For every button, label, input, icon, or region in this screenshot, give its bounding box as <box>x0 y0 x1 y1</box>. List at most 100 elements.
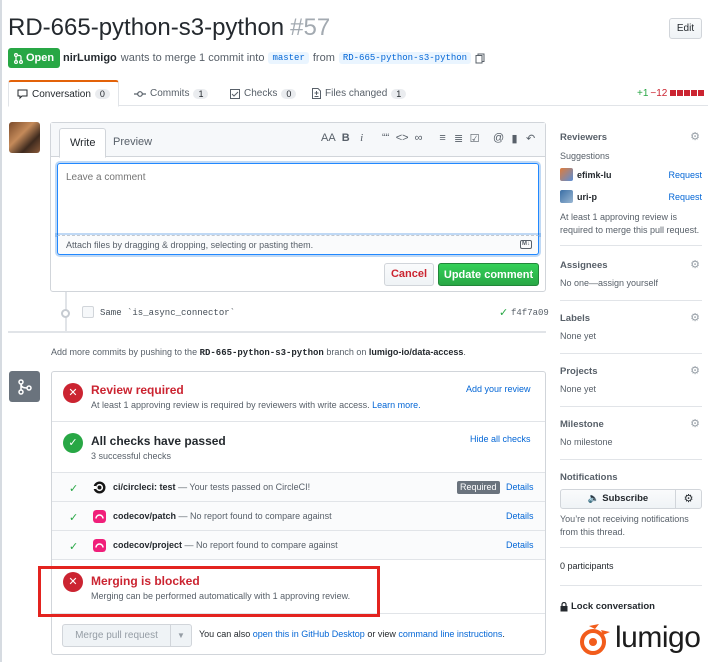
link-icon[interactable]: ∞ <box>413 132 425 145</box>
subscribe-label: Subscribe <box>602 493 649 504</box>
suggestions-label: Suggestions <box>560 151 610 161</box>
add-review-link[interactable]: Add your review <box>466 384 531 394</box>
markdown-icon[interactable]: M↓ <box>520 240 532 249</box>
check-row: ✓ codecov/patch — No report found to com… <box>52 502 545 531</box>
sidebar-heading: Notifications <box>560 472 618 483</box>
learn-more-link[interactable]: Learn more. <box>372 400 421 410</box>
gear-icon[interactable]: ⚙ <box>675 489 702 509</box>
caret-down-icon[interactable]: ▼ <box>171 625 191 646</box>
head-branch[interactable]: RD-665-python-s3-python <box>338 52 472 64</box>
gear-icon[interactable]: ⚙ <box>690 417 700 430</box>
tab-count: 1 <box>193 88 209 99</box>
push-note-branch: RD-665-python-s3-python <box>199 348 324 358</box>
github-desktop-link[interactable]: open this in GitHub Desktop <box>253 629 365 639</box>
check-text: codecov/patch — No report found to compa… <box>113 511 332 521</box>
italic-icon[interactable]: i <box>356 132 368 145</box>
gear-icon[interactable]: ⚙ <box>690 311 700 324</box>
merge-alternatives: You can also open this in GitHub Desktop… <box>199 629 505 639</box>
commit-author-avatar[interactable] <box>82 306 94 318</box>
commit-message[interactable]: Same `is_async_connector` <box>100 308 235 318</box>
highlight-box <box>38 566 380 617</box>
bold-icon[interactable]: B <box>340 132 352 145</box>
notifications-note: from this thread. <box>560 527 626 537</box>
git-merge-icon <box>9 371 40 402</box>
gear-icon[interactable]: ⚙ <box>690 364 700 377</box>
tab-files-changed[interactable]: Files changed 1 <box>304 80 414 107</box>
unordered-list-icon[interactable]: ≡ <box>437 132 449 145</box>
base-branch[interactable]: master <box>268 52 309 64</box>
quote-icon[interactable]: ““ <box>380 132 392 145</box>
check-icon[interactable]: ✓ <box>499 306 508 319</box>
check-name: codecov/project <box>113 540 183 550</box>
reviewer-name[interactable]: efimk-lu <box>577 170 612 180</box>
code-icon[interactable]: <> <box>396 132 409 145</box>
gear-icon[interactable]: ⚙ <box>690 130 700 143</box>
attach-text: Attach files by dragging & dropping, sel… <box>66 240 314 250</box>
tab-conversation[interactable]: Conversation 0 <box>8 80 119 107</box>
details-link[interactable]: Details <box>506 511 534 521</box>
sidebar-projects: Projects ⚙ None yet <box>560 362 702 407</box>
tab-commits[interactable]: Commits 1 <box>126 80 216 107</box>
review-required-sub: At least 1 approving review is required … <box>91 400 421 410</box>
update-comment-button[interactable]: Update comment <box>438 263 539 286</box>
avatar[interactable] <box>560 168 573 181</box>
assignees-value[interactable]: No one—assign yourself <box>560 278 658 288</box>
tab-preview[interactable]: Preview <box>103 128 162 158</box>
speaker-icon: 🔈 <box>587 493 600 504</box>
tab-count: 0 <box>281 88 297 99</box>
command-line-link[interactable]: command line instructions <box>398 629 502 639</box>
alt-middle: or view <box>367 629 396 639</box>
status-badge: Open <box>8 48 61 68</box>
header-text-icon[interactable]: AA <box>321 132 336 145</box>
cancel-button[interactable]: Cancel <box>384 263 434 286</box>
codecov-icon <box>93 510 106 523</box>
reviewer-name[interactable]: uri-p <box>577 192 597 202</box>
from-text: from <box>312 52 335 64</box>
merge-pull-request-button[interactable]: Merge pull request ▼ <box>62 624 192 647</box>
author-link[interactable]: nirLumigo <box>63 52 117 64</box>
request-review-link[interactable]: Request <box>668 192 702 202</box>
attach-files-bar[interactable]: Attach files by dragging & dropping, sel… <box>57 235 539 255</box>
ordered-list-icon[interactable]: ≣ <box>453 132 465 145</box>
check-desc: — Your tests passed on CircleCI! <box>178 482 311 492</box>
comment-editor: Write Preview AA B i ““ <> ∞ ≡ ≣ ☑ @ ▮ ↶… <box>50 122 546 292</box>
sidebar-heading[interactable]: Assignees <box>560 260 608 271</box>
request-review-link[interactable]: Request <box>668 170 702 180</box>
saved-reply-icon[interactable]: ▮ <box>509 132 521 145</box>
avatar[interactable] <box>560 190 573 203</box>
check-row: ✓ ci/circleci: test — Your tests passed … <box>52 473 545 502</box>
sidebar-heading[interactable]: Projects <box>560 366 598 377</box>
pr-number: #57 <box>290 14 331 41</box>
sidebar-heading[interactable]: Reviewers <box>560 132 607 143</box>
deletions-count: −12 <box>650 88 668 99</box>
task-list-icon[interactable]: ☑ <box>469 132 481 145</box>
tab-checks[interactable]: Checks 0 <box>222 80 304 107</box>
edit-button[interactable]: Edit <box>669 18 702 39</box>
sidebar-heading[interactable]: Labels <box>560 313 590 324</box>
commit-sha[interactable]: f4f7a09 <box>511 308 549 318</box>
sidebar-heading[interactable]: Milestone <box>560 419 604 430</box>
subscribe-button[interactable]: 🔈 Subscribe <box>560 489 676 509</box>
check-icon: ✓ <box>69 512 79 524</box>
review-note: At least 1 approving review is <box>560 212 678 222</box>
additions-count: +1 <box>637 88 649 99</box>
details-link[interactable]: Details <box>506 482 534 492</box>
check-desc: — No report found to compare against <box>178 511 332 521</box>
comment-editor-header: Write Preview AA B i ““ <> ∞ ≡ ≣ ☑ @ ▮ ↶ <box>51 123 545 158</box>
hide-checks-link[interactable]: Hide all checks <box>470 434 531 444</box>
avatar[interactable] <box>9 122 40 153</box>
copy-icon[interactable] <box>475 53 485 64</box>
status-label: Open <box>26 52 55 64</box>
review-required-title: Review required <box>91 383 184 397</box>
tab-write[interactable]: Write <box>59 128 107 158</box>
gear-icon[interactable]: ⚙ <box>690 258 700 271</box>
details-link[interactable]: Details <box>506 540 534 550</box>
pull-request-icon <box>14 52 23 64</box>
lock-conversation-button[interactable]: Lock conversation <box>560 601 655 612</box>
reply-icon[interactable]: ↶ <box>525 132 537 145</box>
comment-input[interactable] <box>57 163 539 235</box>
labels-value: None yet <box>560 331 597 341</box>
merge-button-label[interactable]: Merge pull request <box>63 625 171 646</box>
pr-meta: nirLumigo wants to merge 1 commit into m… <box>63 52 485 64</box>
mention-icon[interactable]: @ <box>493 132 505 145</box>
